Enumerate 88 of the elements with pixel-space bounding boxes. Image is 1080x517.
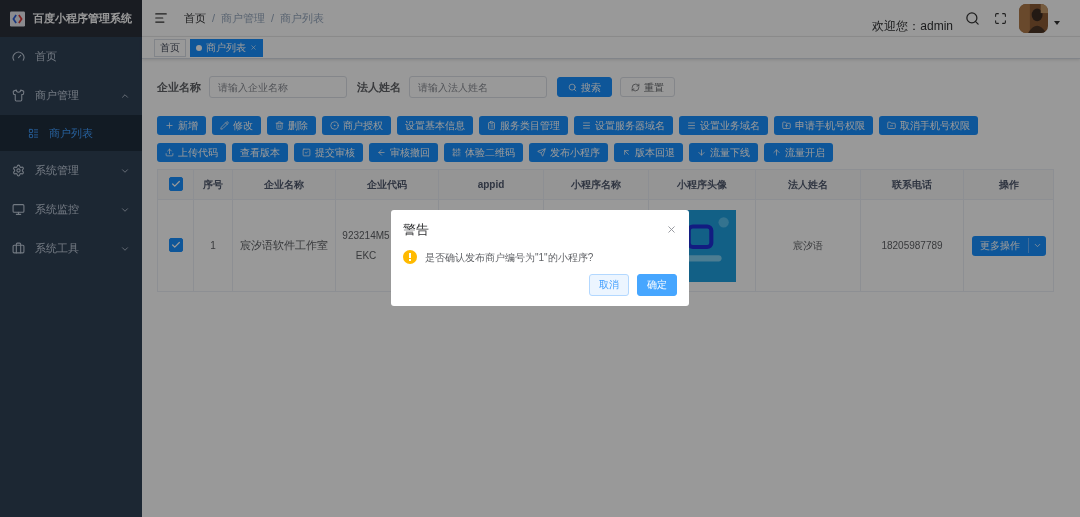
column-header: 小程序名称 [543, 169, 649, 200]
column-header: 联系电话 [860, 169, 964, 200]
list-icon [28, 127, 39, 139]
field-label: 企业名称 [157, 79, 201, 95]
cancel-button[interactable]: 取消 [589, 273, 629, 296]
chevron-down-icon [1032, 241, 1042, 250]
sidebar-subitem[interactable]: 商户列表 [0, 115, 142, 151]
toolbar-button[interactable]: 取消手机号权限 [879, 116, 978, 135]
column-header: 序号 [193, 169, 233, 200]
welcome-text: 欢迎您：admin [872, 18, 953, 35]
toolbar-button[interactable]: 申请手机号权限 [774, 116, 873, 135]
confirm-button[interactable]: 确定 [637, 273, 677, 296]
toolbar-button[interactable]: 体验二维码 [444, 143, 523, 162]
column-header: 企业名称 [232, 169, 336, 200]
dialog-message: 是否确认发布商户编号为"1"的小程序? [425, 250, 594, 265]
toolbar-button[interactable]: 设置服务器域名 [574, 116, 673, 135]
search-icon[interactable] [965, 10, 980, 26]
more-actions-button[interactable]: 更多操作 [971, 235, 1046, 256]
menu-toggle-icon[interactable] [154, 11, 168, 25]
folder-minus-icon [887, 121, 896, 130]
check-icon [170, 178, 181, 189]
sidebar-item[interactable]: 商户管理 [0, 76, 142, 115]
toolbar-button[interactable]: 上传代码 [157, 143, 226, 162]
toolbar-button[interactable]: 删除 [267, 116, 316, 135]
sidebar-item[interactable]: 首页 [0, 37, 142, 76]
field-label: 法人姓名 [357, 79, 401, 95]
folder-up-icon [782, 121, 791, 130]
warning-icon [403, 250, 417, 264]
refresh-icon [631, 82, 640, 92]
toolbar-button[interactable]: 新增 [157, 116, 206, 135]
caret-down-icon[interactable] [1054, 21, 1060, 25]
close-icon[interactable] [666, 224, 677, 236]
arrow-left-icon [377, 148, 386, 157]
search-field[interactable]: 请输入企业名称 [209, 76, 347, 98]
table-cell-text: 923214M5EKC [341, 228, 391, 263]
sidebar-item[interactable]: 系统工具 [0, 229, 142, 268]
toolbar-button[interactable]: 流量开启 [764, 143, 833, 162]
checkbox[interactable] [168, 237, 183, 252]
breadcrumb-item[interactable]: 首页 [184, 9, 206, 27]
column-header: 操作 [963, 169, 1054, 200]
table-cell: 1 [193, 199, 233, 292]
column-header: 法人姓名 [755, 169, 861, 200]
fullscreen-icon[interactable] [994, 11, 1007, 25]
toolbar-button[interactable]: 服务类目管理 [479, 116, 568, 135]
table-cell: 宸汐语软件工作室 [232, 199, 336, 292]
table-cell: 宸汐语 [755, 199, 861, 292]
app-title: 百度小程序管理系统 [33, 11, 132, 27]
toolbar-button[interactable]: 发布小程序 [529, 143, 608, 162]
checkbox-icon [302, 148, 311, 157]
breadcrumb-separator: / [271, 10, 275, 26]
qr-code-icon [452, 148, 461, 157]
lines-icon [687, 121, 696, 130]
arrow-down-icon [697, 148, 706, 157]
toolbar-button[interactable]: 设置基本信息 [397, 116, 473, 135]
search-button[interactable]: 搜索 [557, 77, 612, 97]
reset-button[interactable]: 重置 [620, 77, 675, 97]
search-icon [568, 82, 577, 92]
search-field[interactable]: 请输入法人姓名 [409, 76, 547, 98]
clipboard-icon [487, 121, 496, 130]
toolbar-button[interactable]: 设置业务域名 [679, 116, 768, 135]
upload-icon [165, 148, 174, 157]
toolbar-button[interactable]: 商户授权 [322, 116, 391, 135]
toolbar-button[interactable]: 版本回退 [614, 143, 683, 162]
trash-icon [275, 121, 284, 130]
checkbox[interactable] [168, 176, 183, 191]
check-icon [170, 239, 181, 250]
plus-icon [165, 121, 174, 130]
column-header: 企业代码 [335, 169, 439, 200]
dialog-title: 警告 [403, 221, 429, 239]
lines-icon [582, 121, 591, 130]
column-header: appid [438, 169, 544, 200]
toolbar-button[interactable]: 流量下线 [689, 143, 758, 162]
tag-tab[interactable]: 商户列表 [190, 38, 263, 57]
send-icon [537, 148, 546, 157]
target-icon [330, 121, 339, 130]
arrow-up-icon [772, 148, 781, 157]
toolbar-button[interactable]: 修改 [212, 116, 261, 135]
tag-tab[interactable]: 首页 [154, 38, 186, 57]
toolbar-button[interactable]: 查看版本 [232, 143, 288, 162]
breadcrumb-separator: / [212, 10, 216, 26]
toolbar-button[interactable]: 提交审核 [294, 143, 363, 162]
sidebar-item[interactable]: 系统监控 [0, 190, 142, 229]
sidebar-item[interactable]: 系统管理 [0, 151, 142, 190]
column-header: 小程序头像 [648, 169, 756, 200]
pencil-icon [220, 121, 229, 130]
arrow-up-left-icon [622, 148, 631, 157]
toolbar-button[interactable]: 审核撤回 [369, 143, 438, 162]
table-cell: 18205987789 [860, 199, 964, 292]
